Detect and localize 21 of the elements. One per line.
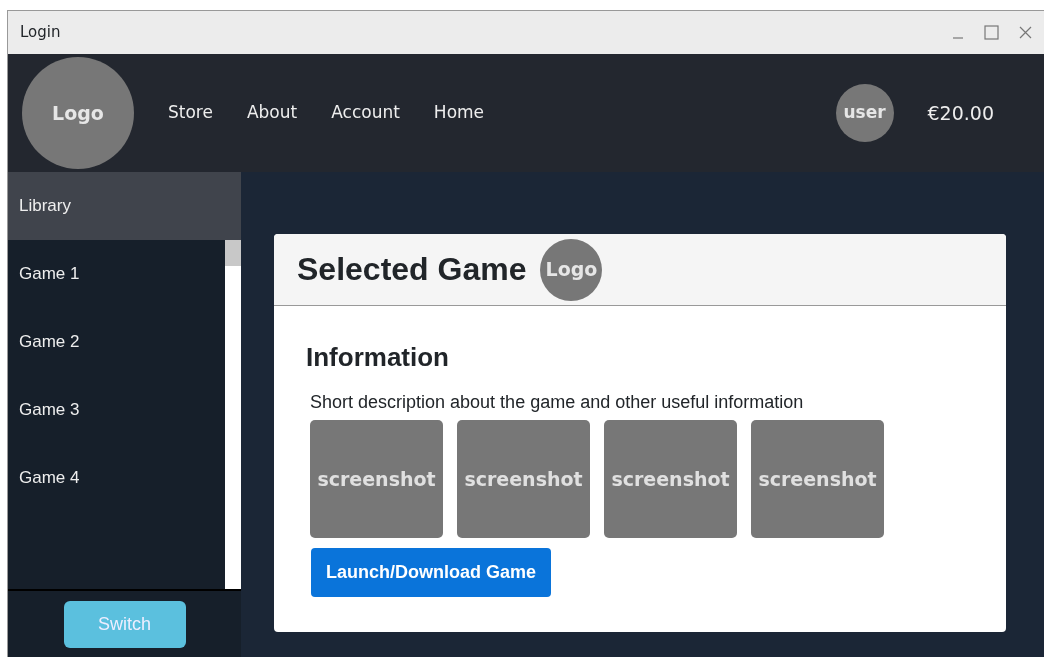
nav-link[interactable]: Home bbox=[433, 100, 485, 126]
nav-link[interactable]: Store bbox=[168, 100, 213, 126]
scrollbar[interactable] bbox=[225, 240, 241, 589]
description: Short description about the game and other useful information bbox=[310, 391, 805, 415]
sidebar-item[interactable]: Game 3 bbox=[8, 376, 225, 444]
nav-link[interactable]: About bbox=[246, 100, 298, 126]
sidebar-item[interactable]: Game 4 bbox=[8, 444, 225, 512]
library-header: Library bbox=[8, 172, 241, 240]
sidebar-item[interactable]: Game 1 bbox=[8, 240, 225, 308]
section-heading: Information bbox=[306, 342, 450, 374]
window-title: Login bbox=[20, 22, 61, 44]
balance: €20.00 bbox=[927, 100, 994, 126]
sidebar-item[interactable]: Game 2 bbox=[8, 308, 225, 376]
close-icon[interactable] bbox=[1019, 26, 1032, 39]
game-title: Selected Game bbox=[297, 250, 527, 289]
maximize-icon[interactable] bbox=[984, 25, 999, 40]
user-avatar[interactable]: user bbox=[835, 84, 894, 142]
nav-link[interactable]: Account bbox=[331, 100, 400, 126]
launch-button[interactable]: Launch/Download Game bbox=[311, 548, 552, 598]
logo[interactable]: Logo bbox=[22, 57, 134, 169]
game-logo: Logo bbox=[540, 238, 603, 301]
